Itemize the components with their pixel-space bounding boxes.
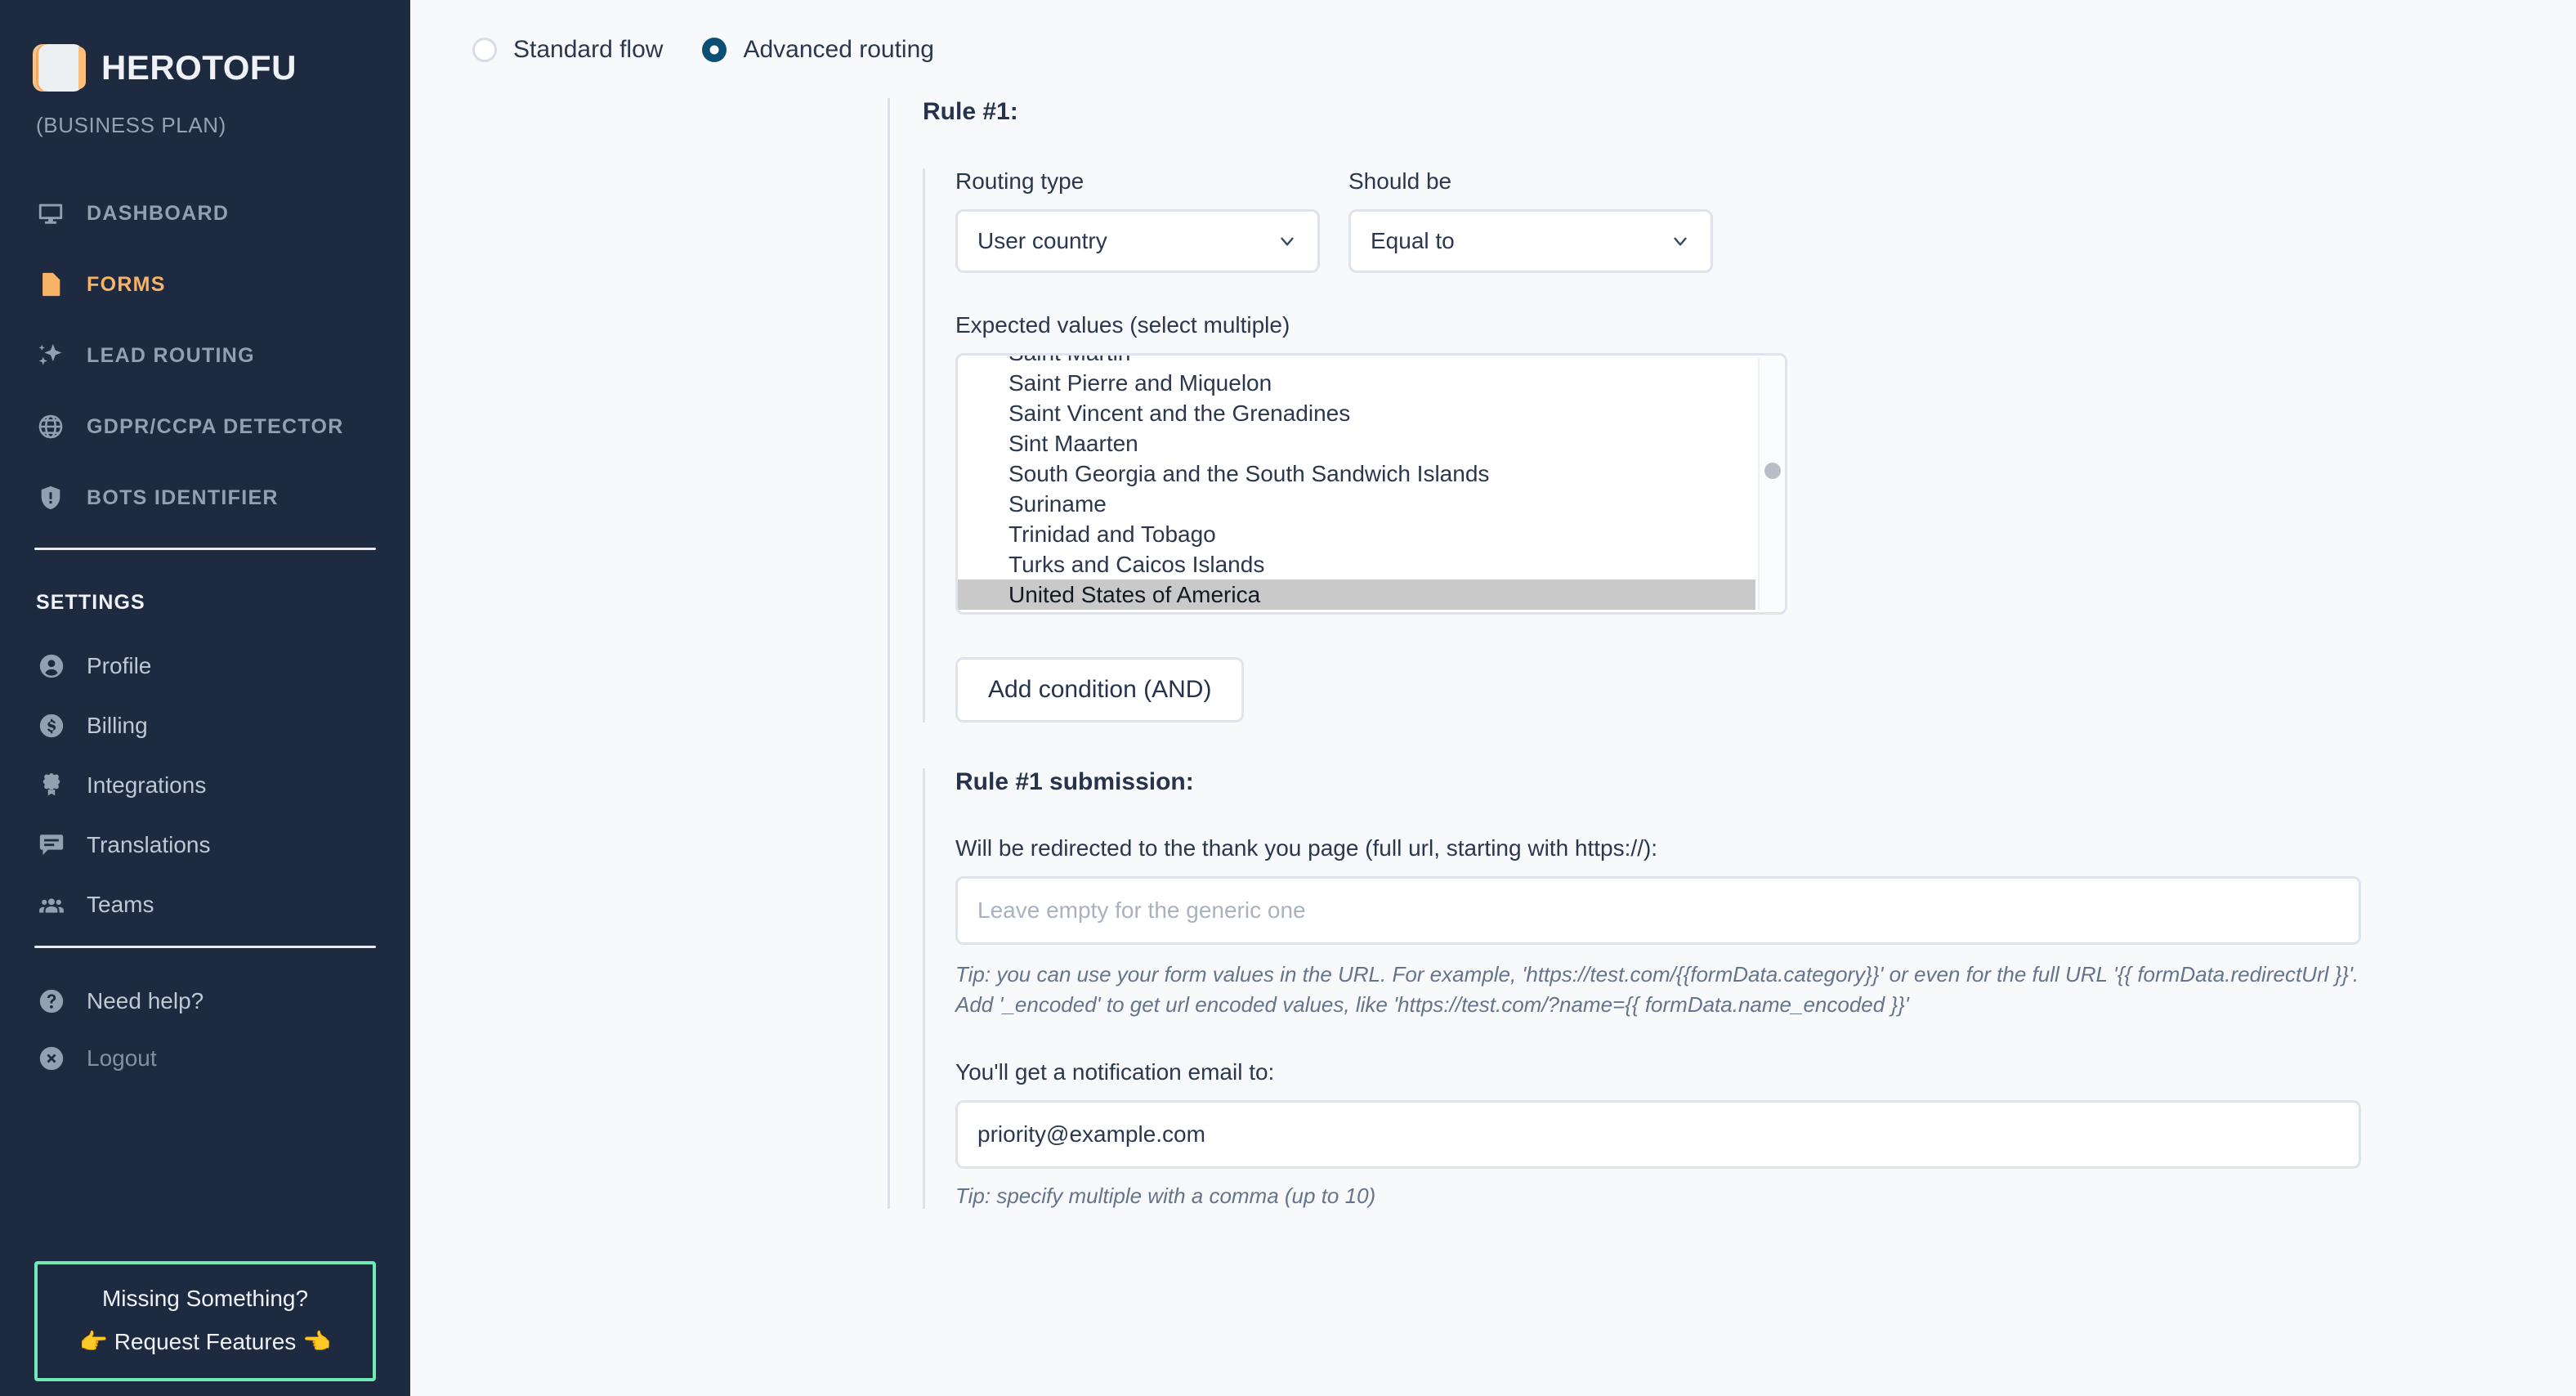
should-be-value: Equal to <box>1371 228 1455 253</box>
people-icon <box>38 891 65 919</box>
chat-icon <box>38 831 65 859</box>
sidebar-item-dashboard[interactable]: DASHBOARD <box>34 192 376 235</box>
sidebar-item-need-help[interactable]: Need help? <box>34 982 376 1020</box>
sidebar-item-profile[interactable]: Profile <box>34 647 376 685</box>
redirect-url-label: Will be redirected to the thank you page… <box>955 835 1658 861</box>
sidebar-item-label: FORMS <box>87 272 166 296</box>
listbox-viewport: Saint MartinSaint Pierre and MiquelonSai… <box>958 356 1755 612</box>
sidebar-item-label: DASHBOARD <box>87 201 230 225</box>
notification-email-tip: Tip: specify multiple with a comma (up t… <box>955 1183 1376 1208</box>
listbox-option[interactable]: Saint Martin <box>958 356 1755 368</box>
sidebar-item-label: Integrations <box>87 772 207 798</box>
promo-title: Missing Something? <box>101 1286 309 1311</box>
sidebar-item-label: Profile <box>87 653 152 678</box>
user-circle-icon <box>38 652 65 680</box>
settings-nav: Profile Billing Integrations Translation… <box>34 647 376 924</box>
shield-alert-icon <box>36 483 65 512</box>
sidebar-item-label: BOTS IDENTIFIER <box>87 485 279 509</box>
condition-selects-row: Routing type User country Should be Equa… <box>955 168 2576 273</box>
submission-block: Rule #1 submission: Will be redirected t… <box>923 768 2576 1209</box>
listbox-option[interactable]: Suriname <box>958 489 1755 519</box>
expected-values-listbox[interactable]: Saint MartinSaint Pierre and MiquelonSai… <box>955 353 1787 615</box>
sidebar-item-gdpr-ccpa-detector[interactable]: GDPR/CCPA DETECTOR <box>34 405 376 448</box>
radio-advanced-routing[interactable]: Advanced routing <box>702 36 934 64</box>
puzzle-icon <box>38 772 65 799</box>
listbox-scrollbar[interactable] <box>1758 358 1785 610</box>
sidebar-item-forms[interactable]: FORMS <box>34 263 376 306</box>
monitor-icon <box>36 199 65 228</box>
listbox-option[interactable]: Sint Maarten <box>958 428 1755 459</box>
condition-block: Routing type User country Should be Equa… <box>923 168 2576 723</box>
radio-indicator-on[interactable] <box>702 38 727 62</box>
listbox-option[interactable]: Saint Vincent and the Grenadines <box>958 398 1755 428</box>
app-root: HEROTOFU (BUSINESS PLAN) DASHBOARD FORMS <box>0 0 2576 1396</box>
sidebar-item-integrations[interactable]: Integrations <box>34 767 376 804</box>
sidebar-footer-links: Need help? Logout <box>34 982 376 1077</box>
redirect-url-tip: Tip: you can use your form values in the… <box>955 962 2359 1017</box>
listbox-options: Saint MartinSaint Pierre and MiquelonSai… <box>958 356 1755 610</box>
flow-mode-radio-group: Standard flow Advanced routing <box>410 0 2576 64</box>
sidebar: HEROTOFU (BUSINESS PLAN) DASHBOARD FORMS <box>0 0 410 1396</box>
sidebar-item-label: Need help? <box>87 988 204 1013</box>
settings-section-title: SETTINGS <box>36 591 145 614</box>
sidebar-item-teams[interactable]: Teams <box>34 886 376 924</box>
radio-label: Standard flow <box>513 36 664 63</box>
sidebar-item-label: Billing <box>87 713 148 738</box>
sidebar-item-label: Translations <box>87 832 211 857</box>
primary-nav: DASHBOARD FORMS LEAD ROUTING GDPR/CCPA D… <box>34 192 376 519</box>
herotofu-logo-icon <box>36 44 86 92</box>
listbox-option[interactable]: Turks and Caicos Islands <box>958 549 1755 579</box>
expected-values-group: Expected values (select multiple) Saint … <box>955 312 2576 615</box>
sidebar-item-billing[interactable]: Billing <box>34 707 376 745</box>
listbox-option[interactable]: United States of America <box>958 579 1755 610</box>
sidebar-item-label: Logout <box>87 1045 157 1071</box>
should-be-select[interactable]: Equal to <box>1348 209 1713 273</box>
sidebar-item-translations[interactable]: Translations <box>34 826 376 864</box>
redirect-url-input[interactable] <box>955 876 2361 945</box>
listbox-option[interactable]: South Georgia and the South Sandwich Isl… <box>958 459 1755 489</box>
brand[interactable]: HEROTOFU <box>34 0 376 92</box>
sidebar-item-lead-routing[interactable]: LEAD ROUTING <box>34 334 376 377</box>
sidebar-item-label: Teams <box>87 892 154 917</box>
document-icon <box>36 270 65 299</box>
listbox-option[interactable]: Saint Pierre and Miquelon <box>958 368 1755 398</box>
rule-title: Rule #1: <box>923 98 1018 125</box>
radio-standard-flow[interactable]: Standard flow <box>472 36 663 64</box>
radio-indicator-off[interactable] <box>472 38 497 62</box>
should-be-group: Should be Equal to <box>1348 168 1713 273</box>
routing-type-value: User country <box>977 228 1107 253</box>
close-circle-icon <box>38 1045 65 1072</box>
routing-type-select[interactable]: User country <box>955 209 1320 273</box>
main-content: Standard flow Advanced routing Rule #1: … <box>410 0 2576 1396</box>
request-features-promo[interactable]: Missing Something? 👉 Request Features 👈 <box>34 1261 376 1381</box>
add-condition-button[interactable]: Add condition (AND) <box>955 657 1245 723</box>
rule-container: Rule #1: Routing type User country Shoul… <box>888 98 2576 1209</box>
plan-label: (BUSINESS PLAN) <box>36 113 226 137</box>
listbox-option[interactable]: Trinidad and Tobago <box>958 519 1755 549</box>
brand-name: HEROTOFU <box>101 48 297 87</box>
expected-values-label: Expected values (select multiple) <box>955 312 1290 338</box>
listbox-scrollbar-thumb[interactable] <box>1764 463 1781 479</box>
question-circle-icon <box>38 987 65 1015</box>
chevron-down-icon <box>1277 230 1298 252</box>
notification-email-input[interactable] <box>955 1099 2361 1169</box>
sidebar-item-bots-identifier[interactable]: BOTS IDENTIFIER <box>34 477 376 519</box>
sidebar-divider-top <box>34 548 376 550</box>
sparkles-icon <box>36 341 65 370</box>
should-be-label: Should be <box>1348 168 1452 194</box>
submission-title: Rule #1 submission: <box>955 768 1194 795</box>
dollar-circle-icon <box>38 712 65 740</box>
routing-type-label: Routing type <box>955 168 1085 194</box>
sidebar-item-label: LEAD ROUTING <box>87 343 255 367</box>
promo-cta-label[interactable]: 👉 Request Features 👈 <box>46 1328 364 1355</box>
sidebar-divider-bottom <box>34 946 376 948</box>
notification-email-label: You'll get a notification email to: <box>955 1058 1275 1085</box>
radio-label: Advanced routing <box>743 36 934 63</box>
globe-icon <box>36 412 65 441</box>
routing-type-group: Routing type User country <box>955 168 1320 273</box>
sidebar-item-logout[interactable]: Logout <box>34 1040 376 1077</box>
sidebar-item-label: GDPR/CCPA DETECTOR <box>87 414 344 438</box>
chevron-down-icon <box>1670 230 1691 252</box>
